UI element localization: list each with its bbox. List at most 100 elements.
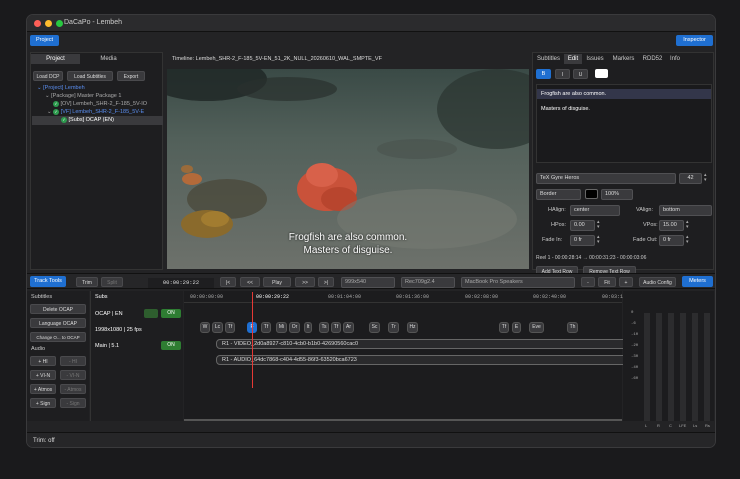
timeline-scrollbar[interactable] (184, 419, 622, 421)
fadein-stepper[interactable]: ▴ ▾ (597, 235, 600, 245)
playhead[interactable] (252, 292, 253, 388)
tree-package[interactable]: ⌄ [Package] Master Package 1 (45, 93, 121, 99)
fadein-field[interactable]: 0 fr (570, 235, 595, 246)
subtitle-event[interactable]: Tf (225, 322, 235, 333)
halign-label: HAlign: (548, 207, 566, 213)
change-ocap-button[interactable]: Change O... to OCAP (30, 332, 86, 342)
export-button[interactable]: Export (117, 71, 145, 81)
subtitle-event[interactable]: Tf (261, 322, 271, 333)
hpos-stepper[interactable]: ▴ ▾ (597, 220, 600, 230)
rewind-button[interactable]: << (240, 277, 260, 287)
fadeout-field[interactable]: 0 fr (659, 235, 684, 246)
subtitle-event[interactable]: W (200, 322, 210, 333)
subtitle-event[interactable]: E (512, 322, 521, 333)
tree-ov[interactable]: ✓ [OV] Lembeh_SHR-2_F-185_5V-IO (53, 101, 147, 107)
colorspace-select[interactable]: Rec709g2.4 (401, 277, 455, 288)
font-size-field[interactable]: 42 (679, 173, 702, 184)
subtitle-text-editor[interactable]: Frogfish are also common. Masters of dis… (536, 84, 712, 163)
vpos-field[interactable]: 15.00 (659, 220, 684, 231)
subtitle-event[interactable]: Or (289, 322, 300, 333)
play-button[interactable]: Play (263, 277, 291, 287)
subtitle-event[interactable]: Lc (212, 322, 223, 333)
font-size-stepper[interactable]: ▴ ▾ (704, 173, 707, 183)
remove-vi-n-button[interactable]: - VI-N (60, 370, 86, 380)
subtitle-event[interactable]: Sc (369, 322, 380, 333)
vpos-stepper[interactable]: ▴ ▾ (686, 220, 689, 230)
tab-edit[interactable]: Edit (564, 54, 582, 64)
check-icon: ✓ (53, 109, 60, 115)
tab-info[interactable]: Info (666, 54, 684, 64)
resolution-select[interactable]: 999x540 (341, 277, 395, 288)
load-dcp-button[interactable]: Load DCP (33, 71, 63, 81)
video-viewer[interactable]: Frogfish are also common. Masters of dis… (167, 69, 529, 269)
fadeout-stepper[interactable]: ▴ ▾ (686, 235, 689, 245)
ocap-on-toggle[interactable]: ON (161, 309, 181, 318)
close-window-button[interactable] (34, 20, 41, 27)
channel-label: L (645, 423, 648, 428)
bold-button[interactable]: B (536, 69, 551, 79)
text-color-swatch[interactable] (595, 69, 608, 78)
remove-hi-button[interactable]: - HI (60, 356, 86, 366)
tab-rdd52[interactable]: RDD52 (640, 54, 665, 64)
hpos-field[interactable]: 0.00 (570, 220, 595, 231)
fit-button[interactable]: Fit (598, 277, 616, 287)
video-clip[interactable]: R1 - VIDEO_2d0a8927-c810-4cb0-b1b0-42690… (216, 339, 631, 349)
tab-media[interactable]: Media (84, 54, 133, 64)
add-hi-button[interactable]: + HI (30, 356, 56, 366)
effect-select[interactable]: Border (536, 189, 581, 200)
remove-sign-button[interactable]: - Sign (60, 398, 86, 408)
track-tools-button[interactable]: Track Tools (30, 276, 66, 287)
zoom-window-button[interactable] (56, 20, 63, 27)
tab-subtitles[interactable]: Subtitles (534, 54, 563, 64)
subtitle-event[interactable]: Ts (319, 322, 329, 333)
subtitle-event[interactable]: Tf (499, 322, 509, 333)
subtitle-event[interactable]: Tr (388, 322, 399, 333)
underline-button[interactable]: U (573, 69, 588, 79)
halign-select[interactable]: center (570, 205, 620, 216)
text-row-2[interactable]: Masters of disguise. (541, 106, 590, 112)
trim-button[interactable]: Trim (76, 277, 98, 287)
subtitle-event[interactable]: Tf (331, 322, 341, 333)
track-color-swatch[interactable] (144, 309, 158, 318)
go-to-start-button[interactable]: |< (220, 277, 236, 287)
tree-project[interactable]: ⌄ [Project] Lembeh (37, 85, 85, 91)
subtitle-event[interactable]: Hz (407, 322, 418, 333)
fast-forward-button[interactable]: >> (295, 277, 315, 287)
tree-subs[interactable]: ✓ [Subs] OCAP (EN) (61, 117, 114, 123)
inspector-button[interactable]: Inspector (676, 35, 713, 46)
remove-atmos-button[interactable]: - Atmos (60, 384, 86, 394)
subtitle-event[interactable]: Mi (276, 322, 287, 333)
audio-on-toggle[interactable]: ON (161, 341, 181, 350)
add-atmos-button[interactable]: + Atmos (30, 384, 56, 394)
zoom-out-button[interactable]: - (581, 277, 595, 287)
effect-color-swatch[interactable] (585, 189, 598, 199)
minimize-window-button[interactable] (45, 20, 52, 27)
load-subtitles-button[interactable]: Load Subtitles (67, 71, 113, 81)
opacity-select[interactable]: 100% (601, 189, 633, 200)
tab-issues[interactable]: Issues (583, 54, 607, 64)
tab-markers[interactable]: Markers (609, 54, 638, 64)
language-ocap-button[interactable]: Language OCAP (30, 318, 86, 328)
go-to-end-button[interactable]: >| (318, 277, 334, 287)
subtitle-event[interactable]: It (304, 322, 312, 333)
add-sign-button[interactable]: + Sign (30, 398, 56, 408)
subtitle-event[interactable]: Th (567, 322, 578, 333)
valign-select[interactable]: bottom (659, 205, 712, 216)
subtitle-event[interactable]: Ar (343, 322, 354, 333)
audio-output-select[interactable]: MacBook Pro Speakers (461, 277, 575, 288)
italic-button[interactable]: I (555, 69, 570, 79)
project-button[interactable]: Project (30, 35, 59, 46)
font-select[interactable]: TeX Gyre Heros (536, 173, 676, 184)
audio-config-button[interactable]: Audio Config (639, 277, 676, 287)
split-button[interactable]: Split (101, 277, 123, 287)
tab-project[interactable]: Project (31, 54, 80, 64)
timeline-ruler[interactable]: 00:00:00:00 00:00:29:22 00:01:04:00 00:0… (184, 291, 623, 303)
zoom-in-button[interactable]: + (619, 277, 633, 287)
subtitle-event[interactable]: Eve (529, 322, 544, 333)
delete-ocap-button[interactable]: Delete OCAP (30, 304, 86, 314)
add-vi-n-button[interactable]: + VI-N (30, 370, 56, 380)
meters-button[interactable]: Meters (682, 276, 713, 287)
text-row-1[interactable]: Frogfish are also common. (537, 89, 711, 99)
tree-vf[interactable]: ⌄ ✓ [VF] Lembeh_SHR-2_F-185_5V-E (47, 109, 144, 115)
audio-clip[interactable]: R1 - AUDIO_64dc7868-c404-4d55-86f3-63520… (216, 355, 631, 365)
